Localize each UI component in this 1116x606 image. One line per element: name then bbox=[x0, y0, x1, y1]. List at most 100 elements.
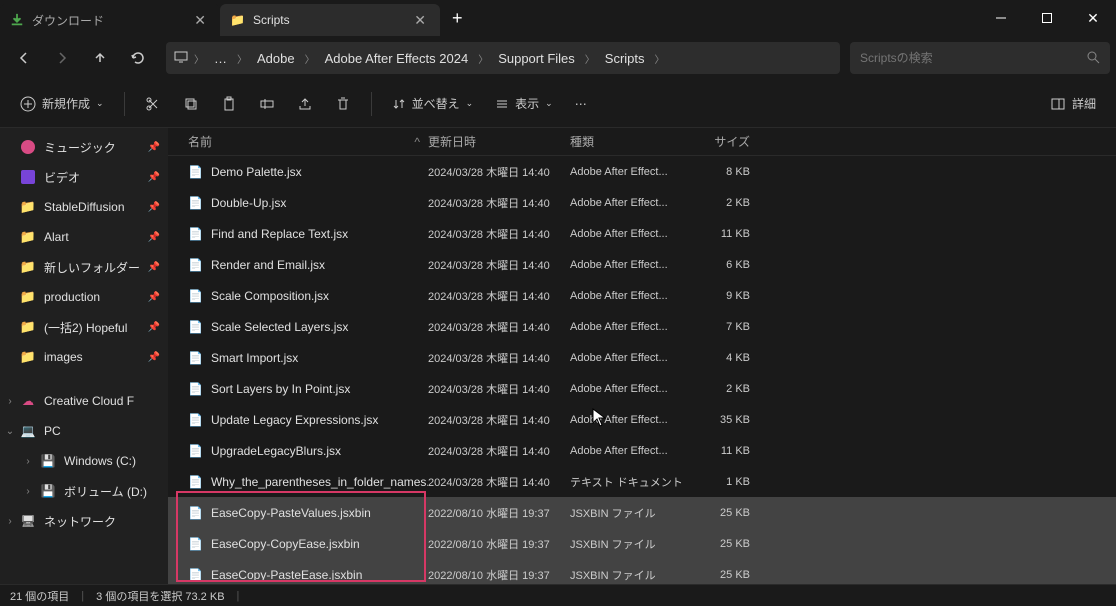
pin-icon: 📌 bbox=[148, 202, 160, 213]
sidebar-item[interactable]: ミュージック 📌 bbox=[0, 132, 168, 162]
file-type: Adobe After Effect... bbox=[570, 414, 688, 426]
status-item-count: 21 個の項目 bbox=[10, 588, 69, 604]
file-size: 35 KB bbox=[688, 414, 762, 426]
file-size: 25 KB bbox=[688, 507, 762, 519]
breadcrumb-ellipsis[interactable]: … bbox=[210, 49, 231, 68]
maximize-button[interactable] bbox=[1024, 0, 1070, 36]
address-row: 〉 … 〉 Adobe 〉 Adobe After Effects 2024 〉… bbox=[0, 36, 1116, 80]
file-row[interactable]: Scale Selected Layers.jsx2024/03/28 木曜日 … bbox=[168, 311, 1116, 342]
copy-button[interactable] bbox=[175, 88, 207, 120]
refresh-button[interactable] bbox=[120, 42, 156, 74]
sidebar-item[interactable]: StableDiffusion📌 bbox=[0, 192, 168, 222]
file-row[interactable]: Demo Palette.jsx2024/03/28 木曜日 14:40Adob… bbox=[168, 156, 1116, 187]
chevron-right-icon: 〉 bbox=[478, 51, 488, 66]
new-item-label: 新規作成 bbox=[42, 95, 90, 112]
view-button[interactable]: 表示 ⌄ bbox=[487, 88, 561, 120]
file-row[interactable]: Find and Replace Text.jsx2024/03/28 木曜日 … bbox=[168, 218, 1116, 249]
file-row[interactable]: Render and Email.jsx2024/03/28 木曜日 14:40… bbox=[168, 249, 1116, 280]
up-button[interactable] bbox=[82, 42, 118, 74]
file-date: 2024/03/28 木曜日 14:40 bbox=[428, 257, 570, 273]
expand-icon[interactable]: › bbox=[22, 486, 34, 497]
breadcrumb-bar[interactable]: 〉 … 〉 Adobe 〉 Adobe After Effects 2024 〉… bbox=[166, 42, 840, 74]
file-row[interactable]: UpgradeLegacyBlurs.jsx2024/03/28 木曜日 14:… bbox=[168, 435, 1116, 466]
file-row[interactable]: EaseCopy-PasteValues.jsxbin2022/08/10 水曜… bbox=[168, 497, 1116, 528]
file-size: 7 KB bbox=[688, 321, 762, 333]
file-row[interactable]: EaseCopy-CopyEase.jsxbin2022/08/10 水曜日 1… bbox=[168, 528, 1116, 559]
expand-icon[interactable]: › bbox=[4, 516, 16, 527]
tab-downloads[interactable]: ダウンロード ✕ bbox=[0, 4, 220, 36]
cut-button[interactable] bbox=[137, 88, 169, 120]
col-type-header[interactable]: 種類 bbox=[570, 133, 688, 150]
forward-button[interactable] bbox=[44, 42, 80, 74]
sidebar-item[interactable]: ›Windows (C:) bbox=[0, 446, 168, 476]
sidebar-item[interactable]: ビデオ📌 bbox=[0, 162, 168, 192]
file-row[interactable]: Smart Import.jsx2024/03/28 木曜日 14:40Adob… bbox=[168, 342, 1116, 373]
more-button[interactable]: ⋯ bbox=[567, 88, 595, 120]
search-box[interactable] bbox=[850, 42, 1110, 74]
sidebar-item-label: ミュージック bbox=[44, 139, 116, 156]
details-pane-button[interactable]: 詳細 bbox=[1042, 88, 1104, 120]
sidebar-item[interactable]: 新しいフォルダー📌 bbox=[0, 252, 168, 282]
file-size: 6 KB bbox=[688, 259, 762, 271]
file-type: Adobe After Effect... bbox=[570, 259, 688, 271]
file-row[interactable]: Update Legacy Expressions.jsx2024/03/28 … bbox=[168, 404, 1116, 435]
delete-button[interactable] bbox=[327, 88, 359, 120]
share-button[interactable] bbox=[289, 88, 321, 120]
expand-icon[interactable]: › bbox=[4, 396, 16, 407]
sidebar-item-label: ボリューム (D:) bbox=[64, 483, 147, 500]
file-row[interactable]: Scale Composition.jsx2024/03/28 木曜日 14:4… bbox=[168, 280, 1116, 311]
rename-button[interactable] bbox=[251, 88, 283, 120]
back-button[interactable] bbox=[6, 42, 42, 74]
search-input[interactable] bbox=[860, 51, 1080, 65]
status-bar: 21 個の項目 | 3 個の項目を選択 73.2 KB | bbox=[0, 584, 1116, 606]
breadcrumb-item[interactable]: Scripts bbox=[601, 49, 649, 68]
file-row[interactable]: Sort Layers by In Point.jsx2024/03/28 木曜… bbox=[168, 373, 1116, 404]
file-icon bbox=[188, 413, 203, 427]
file-row[interactable]: EaseCopy-PasteEase.jsxbin2022/08/10 水曜日 … bbox=[168, 559, 1116, 584]
breadcrumb-item[interactable]: Support Files bbox=[494, 49, 579, 68]
col-name-header[interactable]: 名前 ^ bbox=[168, 133, 428, 150]
sidebar-item-label: images bbox=[44, 350, 83, 364]
file-row[interactable]: Why_the_parentheses_in_folder_names.txt2… bbox=[168, 466, 1116, 497]
file-date: 2024/03/28 木曜日 14:40 bbox=[428, 288, 570, 304]
tab-scripts[interactable]: 📁 Scripts ✕ bbox=[220, 4, 440, 36]
file-date: 2022/08/10 水曜日 19:37 bbox=[428, 505, 570, 521]
close-window-button[interactable]: ✕ bbox=[1070, 0, 1116, 36]
file-row[interactable]: Double-Up.jsx2024/03/28 木曜日 14:40Adobe A… bbox=[168, 187, 1116, 218]
sidebar-group[interactable]: ⌄PC bbox=[0, 416, 168, 446]
expand-icon[interactable]: › bbox=[22, 456, 34, 467]
file-name: EaseCopy-PasteEase.jsxbin bbox=[211, 568, 362, 582]
sidebar-item[interactable]: › ボリューム (D:) bbox=[0, 476, 168, 506]
minimize-button[interactable] bbox=[978, 0, 1024, 36]
sidebar-item[interactable]: images📌 bbox=[0, 342, 168, 372]
sidebar-item[interactable]: (一括2) Hopeful📌 bbox=[0, 312, 168, 342]
sidebar-item-label: production bbox=[44, 290, 100, 304]
sidebar-item[interactable]: production📌 bbox=[0, 282, 168, 312]
tab-close-icon[interactable]: ✕ bbox=[410, 12, 430, 29]
file-icon bbox=[188, 444, 203, 458]
breadcrumb-item[interactable]: Adobe After Effects 2024 bbox=[321, 49, 473, 68]
separator: | bbox=[81, 590, 84, 602]
sort-button[interactable]: 並べ替え ⌄ bbox=[384, 88, 482, 120]
file-date: 2024/03/28 木曜日 14:40 bbox=[428, 474, 570, 490]
breadcrumb-item[interactable]: Adobe bbox=[253, 49, 299, 68]
folder-icon bbox=[20, 289, 36, 305]
file-icon bbox=[188, 289, 203, 303]
file-icon bbox=[188, 227, 203, 241]
expand-icon[interactable]: ⌄ bbox=[4, 426, 16, 437]
pin-icon: 📌 bbox=[148, 232, 160, 243]
col-date-header[interactable]: 更新日時 bbox=[428, 133, 570, 150]
sidebar-group[interactable]: ›ネットワーク bbox=[0, 506, 168, 536]
tab-close-icon[interactable]: ✕ bbox=[190, 12, 210, 29]
file-type: JSXBIN ファイル bbox=[570, 536, 688, 552]
file-icon bbox=[188, 320, 203, 334]
file-date: 2022/08/10 水曜日 19:37 bbox=[428, 536, 570, 552]
new-item-button[interactable]: 新規作成 ⌄ bbox=[12, 88, 112, 120]
new-tab-button[interactable]: + bbox=[440, 8, 475, 29]
paste-button[interactable] bbox=[213, 88, 245, 120]
pin-icon: 📌 bbox=[148, 142, 160, 153]
file-icon bbox=[188, 165, 203, 179]
sidebar-item[interactable]: Alart📌 bbox=[0, 222, 168, 252]
col-size-header[interactable]: サイズ bbox=[688, 133, 762, 150]
sidebar-group[interactable]: ›Creative Cloud F bbox=[0, 386, 168, 416]
